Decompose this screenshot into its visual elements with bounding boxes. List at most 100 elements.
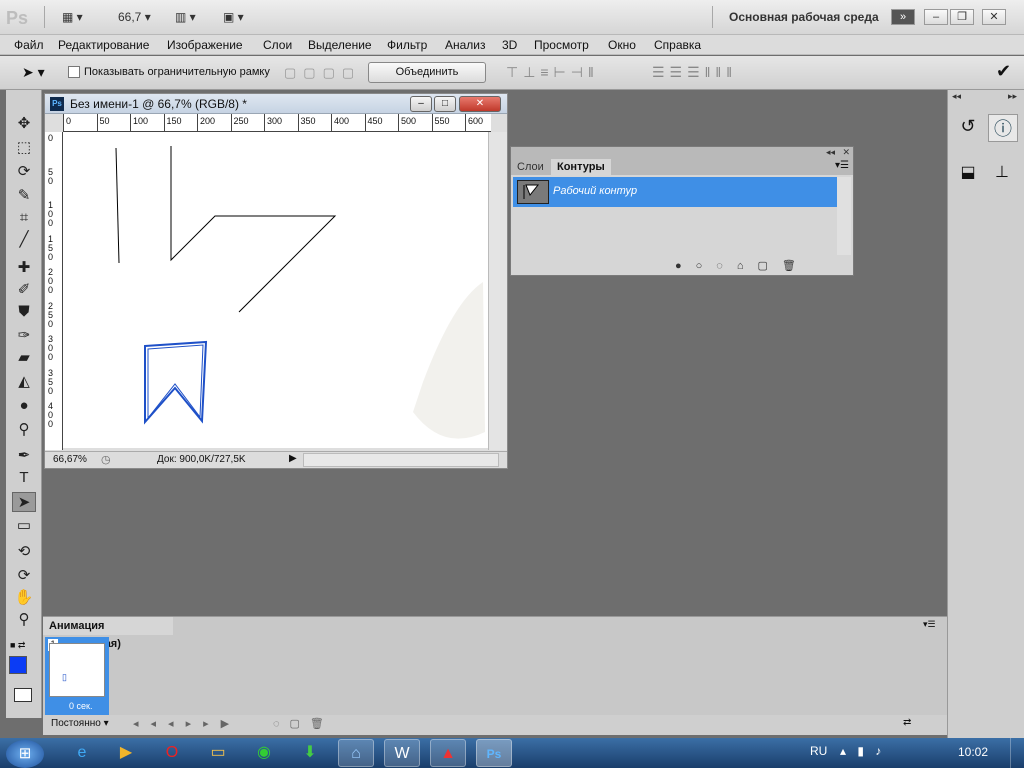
zoom-level-field[interactable]: 66,67% xyxy=(53,454,87,465)
zoom-tool-icon[interactable]: ⚲ xyxy=(12,610,36,630)
path-area-icons[interactable]: ▢▢▢▢ xyxy=(284,65,361,81)
ruler-tick xyxy=(197,114,198,132)
animation-panel-menu-icon[interactable]: ▾☰ xyxy=(923,619,936,630)
language-indicator[interactable]: RU xyxy=(810,744,827,758)
panel-collapse-icon[interactable]: ◂◂ xyxy=(826,147,835,158)
pen-tool-icon[interactable]: ✒ xyxy=(12,446,36,466)
panel-scrollbar[interactable] xyxy=(837,177,851,255)
clock[interactable]: 10:02 xyxy=(958,745,988,759)
show-desktop-button[interactable] xyxy=(1010,738,1024,768)
arrange-documents-button[interactable]: ▥ ▾ xyxy=(175,10,196,26)
commit-check-icon[interactable]: ✔ xyxy=(996,61,1011,82)
acrobat-icon[interactable]: ▲ xyxy=(430,739,466,767)
workspace-switcher[interactable]: Основная рабочая среда xyxy=(729,10,879,26)
menu-analysis[interactable]: Анализ xyxy=(445,38,486,52)
path-selection-tool-icon[interactable]: ➤ xyxy=(12,492,36,512)
tab-layers[interactable]: Слои xyxy=(511,159,550,175)
dodge-tool-icon[interactable]: ⚲ xyxy=(12,420,36,440)
quick-selection-tool-icon[interactable]: ✎ xyxy=(12,186,36,206)
paint-bucket-tool-icon[interactable]: ◭ xyxy=(12,372,36,392)
eyedropper-tool-icon[interactable]: ╱ xyxy=(12,230,36,250)
ie-icon[interactable]: e xyxy=(64,739,100,767)
menu-3d[interactable]: 3D xyxy=(502,38,517,52)
dock-expand-icon[interactable]: ▸▸ xyxy=(1008,91,1017,102)
path-row[interactable]: Рабочий контур xyxy=(513,177,837,207)
tool-presets-icon[interactable]: ⊥ xyxy=(988,162,1016,188)
convert-timeline-icon[interactable]: ⇄ xyxy=(903,717,911,728)
start-button[interactable]: ⊞ xyxy=(6,740,44,768)
word-icon[interactable]: W xyxy=(384,739,420,767)
doc-maximize-button[interactable]: □ xyxy=(434,96,456,112)
path-actions-icons[interactable]: ●○◌⌂▢🗑 xyxy=(675,259,810,272)
swatches-icon[interactable]: ⬓ xyxy=(954,162,982,188)
clone-stamp-tool-icon[interactable]: ⛊ xyxy=(12,302,36,322)
media-player-icon[interactable]: ▶ xyxy=(108,739,144,767)
type-tool-icon[interactable]: T xyxy=(12,468,36,488)
frame-actions-icons[interactable]: ◌▢🗑 xyxy=(273,717,334,730)
crop-tool-icon[interactable]: ⌗ xyxy=(12,208,36,228)
shape-tool-icon[interactable]: ▭ xyxy=(12,516,36,536)
foreground-color-swatch[interactable] xyxy=(9,656,27,674)
status-menu-arrow[interactable]: ▶ xyxy=(289,453,297,464)
document-title-bar[interactable]: Ps Без имени-1 @ 66,7% (RGB/8) * – □ ✕ xyxy=(45,94,507,114)
marquee-tool-icon[interactable]: ⬚ xyxy=(12,138,36,158)
bridge-launch-button[interactable]: ▦ ▾ xyxy=(62,10,83,26)
doc-close-button[interactable]: ✕ xyxy=(459,96,501,112)
explorer-icon[interactable]: ▭ xyxy=(200,739,236,767)
chrome-icon[interactable]: ◉ xyxy=(246,739,282,767)
downloader-icon[interactable]: ⬇ xyxy=(292,739,328,767)
menu-file[interactable]: Файл xyxy=(14,38,44,52)
healing-brush-tool-icon[interactable]: ✚ xyxy=(12,258,36,278)
menu-edit[interactable]: Редактирование xyxy=(58,38,149,52)
opera-icon[interactable]: O xyxy=(154,739,190,767)
loop-select[interactable]: Постоянно ▾ xyxy=(51,718,109,729)
screen-mode-button[interactable]: ▣ ▾ xyxy=(223,10,244,26)
animation-frame[interactable]: 1 ▯ 0 сек. xyxy=(45,637,109,715)
info-icon[interactable]: ⓘ xyxy=(988,114,1018,142)
tab-paths[interactable]: Контуры xyxy=(551,159,611,175)
lasso-tool-icon[interactable]: ⟳ xyxy=(12,162,36,182)
horizontal-scrollbar[interactable] xyxy=(303,453,499,467)
3d-orbit-tool-icon[interactable]: ⟳ xyxy=(12,566,36,586)
animation-tab[interactable]: Анимация (покадровая) xyxy=(43,617,173,650)
status-info-icon[interactable]: ◷ xyxy=(101,453,111,466)
close-button[interactable]: ✕ xyxy=(982,9,1006,25)
combine-button[interactable]: Объединить xyxy=(368,62,486,83)
tray-icons[interactable]: ▴ ▮ ♪ xyxy=(840,744,885,758)
workspace-expand-button[interactable]: » xyxy=(891,9,915,25)
vertical-scrollbar[interactable] xyxy=(488,132,507,450)
align-icons[interactable]: ⊤⊥≡⊢⊣‖ xyxy=(506,64,599,81)
menu-window[interactable]: Окно xyxy=(608,38,636,52)
panel-menu-icon[interactable]: ▾☰ xyxy=(835,160,849,171)
frame-delay[interactable]: 0 сек. xyxy=(69,701,92,711)
menu-select[interactable]: Выделение xyxy=(308,38,372,52)
quick-mask-icon[interactable] xyxy=(14,688,32,702)
move-tool-icon[interactable]: ✥ xyxy=(12,114,36,134)
bounding-box-checkbox[interactable] xyxy=(68,66,80,78)
menu-help[interactable]: Справка xyxy=(654,38,701,52)
history-icon[interactable]: ↺ xyxy=(954,116,982,142)
doc-minimize-button[interactable]: – xyxy=(410,96,432,112)
hand-tool-icon[interactable]: ✋ xyxy=(12,588,36,608)
path-selection-tool-preset[interactable]: ➤ ▾ xyxy=(22,64,45,81)
eraser-tool-icon[interactable]: ▰ xyxy=(12,348,36,368)
menu-view[interactable]: Просмотр xyxy=(534,38,589,52)
brush-tool-icon[interactable]: ✐ xyxy=(12,280,36,300)
canvas[interactable] xyxy=(63,132,488,448)
dock-collapse-icon[interactable]: ◂◂ xyxy=(952,91,961,102)
blur-tool-icon[interactable]: ● xyxy=(12,396,36,416)
default-colors-icon[interactable]: ■ ⇄ xyxy=(10,640,25,651)
history-brush-tool-icon[interactable]: ✑ xyxy=(12,326,36,346)
minimize-button[interactable]: – xyxy=(924,9,948,25)
distribute-icons[interactable]: ☰☰☰‖‖‖ xyxy=(652,64,737,81)
network-icon[interactable]: ⌂ xyxy=(338,739,374,767)
zoom-level-dropdown[interactable]: 66,7 ▾ xyxy=(118,10,151,26)
3d-rotate-tool-icon[interactable]: ⟲ xyxy=(12,542,36,562)
photoshop-taskbar-icon[interactable]: Ps xyxy=(476,739,512,767)
panel-close-icon[interactable]: ✕ xyxy=(842,147,850,158)
menu-layers[interactable]: Слои xyxy=(263,38,292,52)
restore-button[interactable]: ❐ xyxy=(950,9,974,25)
menu-image[interactable]: Изображение xyxy=(167,38,243,52)
playback-controls[interactable]: ◂◂◂▸▸▶ xyxy=(133,717,241,730)
menu-filter[interactable]: Фильтр xyxy=(387,38,427,52)
